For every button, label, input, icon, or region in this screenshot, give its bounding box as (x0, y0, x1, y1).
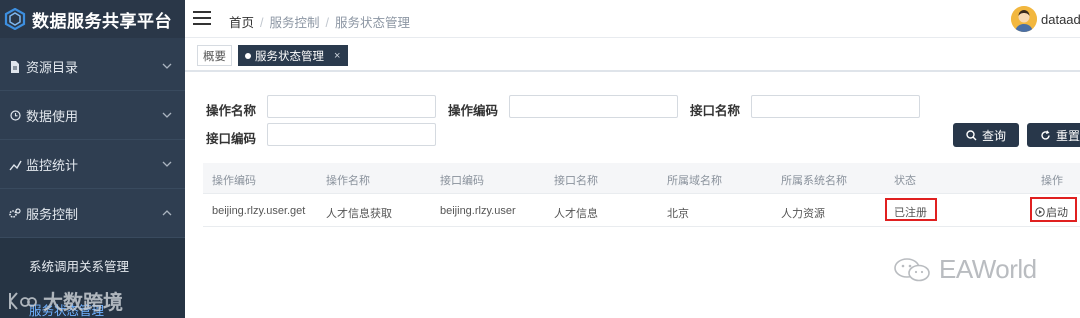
watermark-eaworld: EAWorld (893, 254, 1037, 285)
query-button[interactable]: 查询 (953, 123, 1019, 147)
tab-service-status[interactable]: 服务状态管理 × (238, 45, 348, 66)
table-header: 操作编码 操作名称 接口编码 接口名称 所属域名称 所属系统名称 状态 操作 (203, 163, 1080, 194)
tab-label: 服务状态管理 (255, 50, 324, 63)
iface-name-label: 接口名称 (690, 104, 741, 118)
menu-item-data-usage[interactable]: 数据使用 (0, 92, 185, 140)
chevron-down-icon (162, 161, 172, 167)
start-button[interactable]: 启动 (1030, 197, 1077, 222)
username[interactable]: dataad (1041, 12, 1080, 27)
avatar[interactable] (1011, 6, 1037, 32)
hamburger-menu-icon[interactable] (193, 11, 211, 27)
watermark-left-text: 大数跨境 (43, 292, 123, 314)
menu-item-label: 数据使用 (26, 109, 79, 124)
watermark-right-text: EAWorld (939, 254, 1037, 284)
column-header: 操作编码 (212, 175, 256, 187)
reset-button-label: 重置 (1056, 128, 1080, 143)
brand-title: 数据服务共享平台 (32, 11, 172, 31)
wechat-icon (894, 257, 930, 281)
clock-icon (8, 109, 22, 123)
cell-iface-name: 人才信息 (554, 208, 598, 220)
column-header: 接口名称 (554, 175, 598, 187)
refresh-icon (1041, 129, 1050, 140)
column-header: 接口编码 (440, 175, 484, 187)
status-badge: 已注册 (885, 198, 937, 221)
column-header: 操作名称 (326, 175, 370, 187)
cell-system: 人力资源 (781, 208, 825, 220)
column-header: 所属系统名称 (781, 175, 847, 187)
active-dot-icon (245, 52, 251, 59)
cell-op-code: beijing.rlzy.user.get (212, 205, 306, 217)
chevron-down-icon (162, 112, 172, 118)
column-header: 操作 (1041, 175, 1063, 187)
table-row: beijing.rlzy.user.get 人才信息获取 beijing.rlz… (203, 195, 1080, 227)
brand-bar: 数据服务共享平台 (0, 0, 185, 38)
chevron-up-icon (162, 210, 172, 216)
monitor-icon (8, 158, 22, 172)
cogs-icon (8, 207, 22, 221)
close-icon[interactable]: × (334, 50, 340, 62)
breadcrumb-home[interactable]: 首页 (229, 16, 254, 30)
menu-item-label: 监控统计 (26, 158, 79, 173)
menu-item-resource-catalog[interactable]: 资源目录 (0, 43, 185, 91)
menu-item-label: 资源目录 (26, 60, 79, 75)
hexagon-logo-icon (4, 8, 26, 30)
iface-name-input[interactable] (751, 95, 920, 118)
cell-op-name: 人才信息获取 (326, 208, 392, 220)
start-button-content: 启动 (1035, 204, 1068, 220)
user-avatar-icon (1011, 6, 1037, 32)
breadcrumb-current: 服务状态管理 (335, 16, 411, 30)
op-name-label: 操作名称 (206, 104, 257, 118)
breadcrumb-item[interactable]: 服务控制 (270, 16, 320, 30)
document-icon (8, 60, 22, 74)
cell-domain: 北京 (667, 208, 689, 220)
search-icon (966, 129, 977, 140)
sidebar: 数据服务共享平台 资源目录 数据使用 监控统计 服务控制 系统调用关系管理 服务… (0, 0, 185, 318)
iface-code-label: 接口编码 (206, 132, 257, 146)
iface-code-input[interactable] (267, 123, 436, 146)
menu-item-monitoring[interactable]: 监控统计 (0, 141, 185, 189)
menu-item-label: 服务控制 (26, 207, 79, 222)
tab-bar: 概要 服务状态管理 × (185, 39, 1080, 72)
cell-iface-code: beijing.rlzy.user (440, 205, 516, 217)
submenu-item-call-relations[interactable]: 系统调用关系管理 (29, 256, 129, 275)
op-code-label: 操作编码 (448, 104, 499, 118)
op-name-input[interactable] (267, 95, 436, 118)
chevron-down-icon (162, 63, 172, 69)
breadcrumb: 首页 / 服务控制 / 服务状态管理 (229, 16, 411, 30)
watermark-dashu: 大数跨境 (7, 286, 123, 315)
play-circle-icon (1035, 207, 1045, 217)
tab-label: 概要 (203, 50, 226, 63)
menu-item-service-control[interactable]: 服务控制 (0, 190, 185, 238)
status-text: 已注册 (894, 207, 927, 219)
op-code-input[interactable] (509, 95, 678, 118)
top-header: 首页 / 服务控制 / 服务状态管理 dataad (185, 0, 1080, 38)
reset-button[interactable]: 重置 (1027, 123, 1080, 147)
tab-overview[interactable]: 概要 (197, 45, 232, 66)
column-header: 所属域名称 (667, 175, 722, 187)
app-window: 数据服务共享平台 资源目录 数据使用 监控统计 服务控制 系统调用关系管理 服务… (0, 0, 1080, 318)
query-button-label: 查询 (982, 128, 1007, 143)
k100-logo-icon (9, 291, 37, 310)
start-button-label: 启动 (1046, 207, 1068, 219)
column-header: 状态 (894, 175, 916, 187)
